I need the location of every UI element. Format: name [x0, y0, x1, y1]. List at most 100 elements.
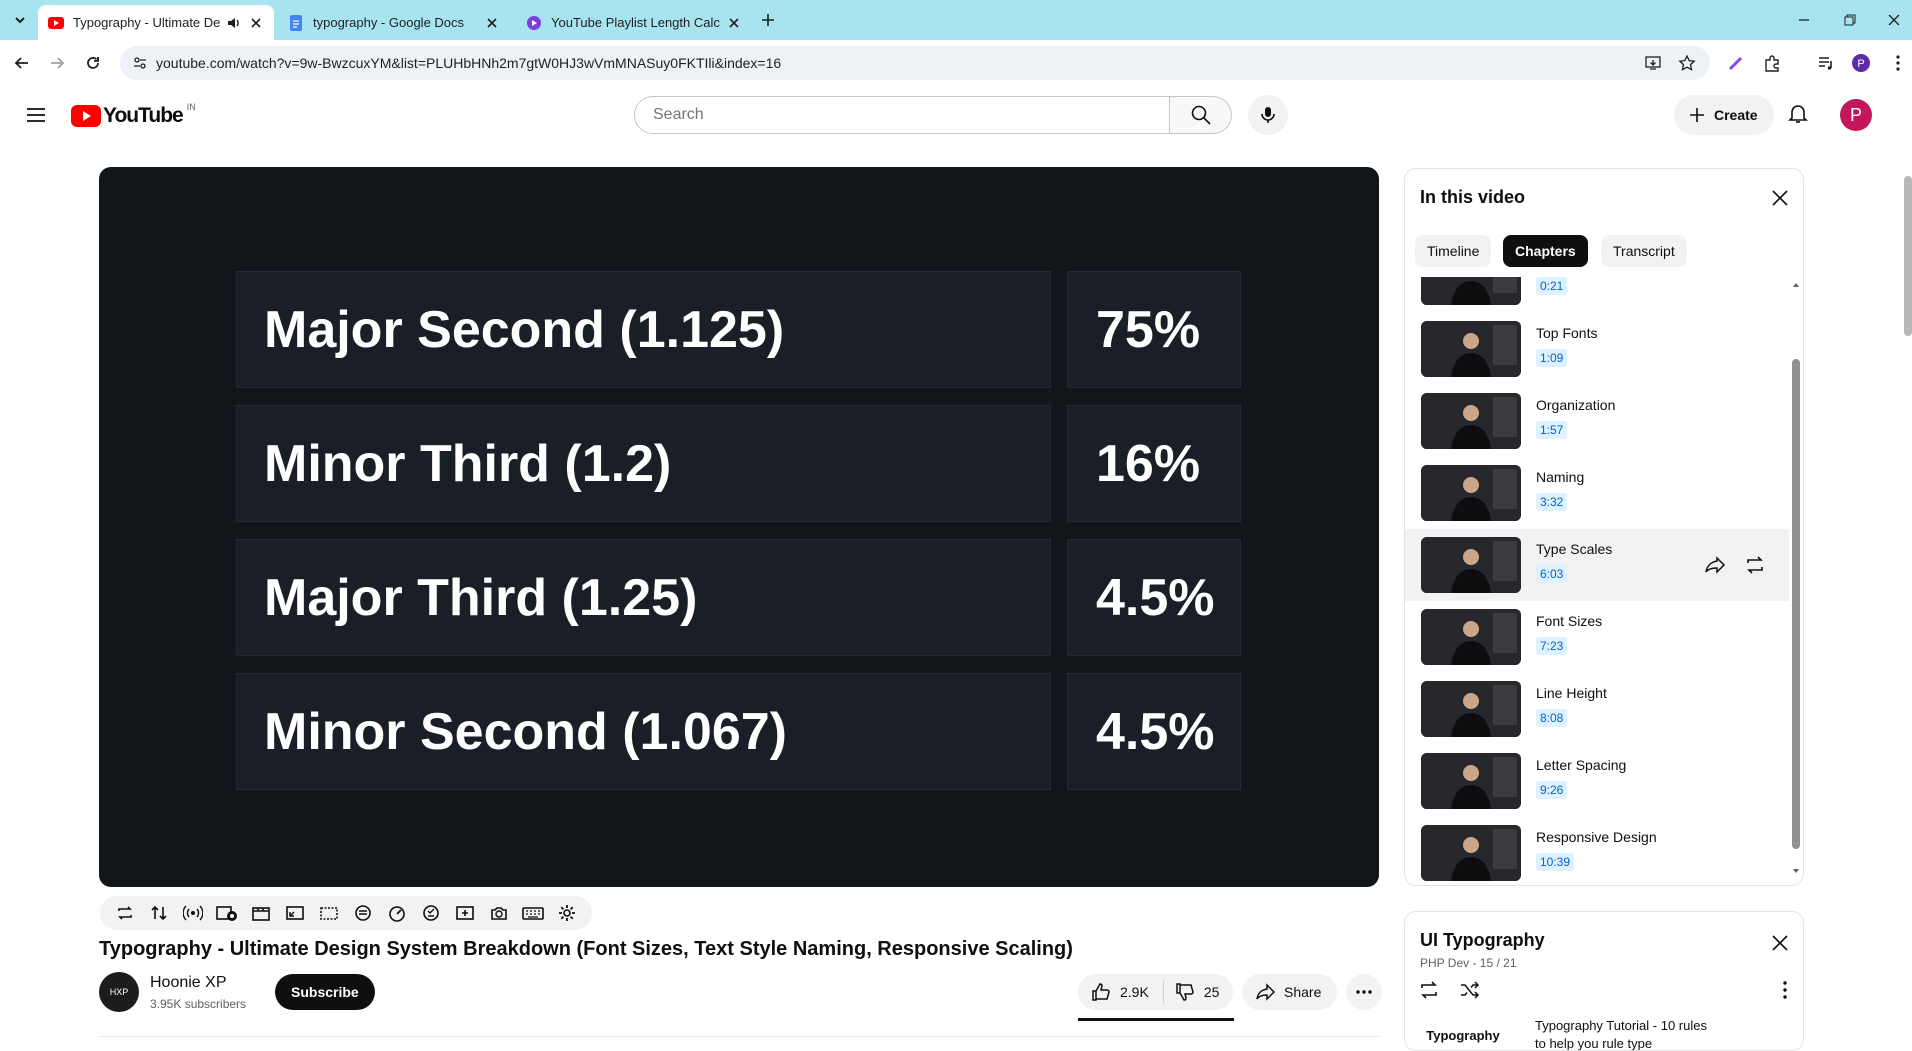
chapter-item[interactable]: Top Fonts 1:09: [1405, 313, 1789, 385]
chapter-timestamp[interactable]: 1:09: [1536, 349, 1568, 367]
video-player[interactable]: Major Second (1.125) 75% Minor Third (1.…: [99, 167, 1379, 887]
audio-playing-icon[interactable]: [226, 15, 242, 31]
type-scale-percent: 16%: [1067, 405, 1241, 522]
page-scrollbar[interactable]: [1904, 176, 1912, 336]
tab-chapters[interactable]: Chapters: [1503, 235, 1588, 267]
search-input[interactable]: [651, 105, 1135, 125]
media-controls-icon[interactable]: [1816, 53, 1836, 73]
reload-icon[interactable]: [83, 53, 103, 73]
loop-icon[interactable]: [111, 899, 139, 927]
tab-timeline[interactable]: Timeline: [1415, 235, 1492, 267]
chapter-timestamp[interactable]: 10:39: [1536, 853, 1575, 871]
playlist-more-icon[interactable]: [1775, 978, 1795, 1002]
youtube-header: YouTube IN Create P: [0, 86, 1912, 144]
playlist-title[interactable]: UI Typography: [1420, 930, 1545, 951]
speed-adjust-icon[interactable]: [417, 899, 445, 927]
chapter-item[interactable]: Responsive Design 10:39: [1405, 817, 1789, 885]
voice-search-button[interactable]: [1248, 95, 1288, 135]
chapter-timestamp[interactable]: 8:08: [1536, 709, 1568, 727]
profile-avatar-icon[interactable]: P: [1851, 53, 1871, 73]
tab-close-icon[interactable]: [248, 15, 264, 31]
channel-name[interactable]: Hoonie XP: [150, 974, 227, 992]
window-restore-icon[interactable]: [1840, 10, 1860, 30]
broadcast-icon[interactable]: [179, 899, 207, 927]
chapter-item[interactable]: Organization 1:57: [1405, 385, 1789, 457]
browser-menu-icon[interactable]: [1888, 53, 1908, 73]
chapter-timestamp[interactable]: 9:26: [1536, 781, 1568, 799]
pen-extension-icon[interactable]: [1726, 53, 1746, 73]
sort-icon[interactable]: [145, 899, 173, 927]
presenter-thumbnail-art: [1421, 277, 1521, 305]
chapter-list-scrollbar[interactable]: [1789, 279, 1803, 879]
youtube-logo[interactable]: YouTube IN: [71, 102, 196, 128]
chapter-item-current[interactable]: Type Scales 6:03: [1405, 529, 1789, 601]
theater-mode-icon[interactable]: [315, 899, 343, 927]
loop-playlist-icon[interactable]: [1417, 978, 1441, 1002]
chapter-item[interactable]: Letter Spacing 9:26: [1405, 745, 1789, 817]
forward-arrow-icon[interactable]: [47, 53, 67, 73]
more-actions-button[interactable]: [1346, 974, 1382, 1010]
notifications-bell-icon[interactable]: [1786, 101, 1810, 125]
window-minimize-icon[interactable]: [1794, 10, 1814, 30]
close-panel-icon[interactable]: [1769, 187, 1791, 209]
chapter-timestamp[interactable]: 3:32: [1536, 493, 1568, 511]
tab-close-icon[interactable]: [726, 15, 742, 31]
chapter-item[interactable]: Naming 3:32: [1405, 457, 1789, 529]
like-ratio-bar: [1078, 1018, 1234, 1021]
url-text: youtube.com/watch?v=9w-BwzcuxYM&list=PLU…: [156, 55, 782, 71]
playback-speed-icon[interactable]: [383, 899, 411, 927]
camera-snapshot-icon[interactable]: [485, 899, 513, 927]
youtube-favicon-icon: [48, 16, 64, 29]
add-enhance-icon[interactable]: [451, 899, 479, 927]
playlist-item[interactable]: Typography Typography Tutorial - 10 rule…: [1405, 1018, 1789, 1050]
tab-transcript[interactable]: Transcript: [1601, 235, 1687, 267]
screenshot-filter-icon[interactable]: [349, 899, 377, 927]
chapter-thumbnail: [1421, 465, 1521, 521]
keyboard-icon[interactable]: [519, 899, 547, 927]
presenter-thumbnail-art: [1421, 393, 1521, 449]
cinema-mode-icon[interactable]: [247, 899, 275, 927]
share-button[interactable]: Share: [1242, 974, 1338, 1010]
chapter-thumbnail: [1421, 393, 1521, 449]
extensions-puzzle-icon[interactable]: [1762, 53, 1782, 73]
shuffle-icon[interactable]: [1457, 978, 1481, 1002]
dislike-button[interactable]: 25: [1164, 981, 1234, 1003]
browser-tab-playlist-calculator[interactable]: YouTube Playlist Length Calcula: [516, 5, 752, 40]
browser-tab-google-docs[interactable]: typography - Google Docs: [278, 5, 510, 40]
channel-avatar[interactable]: HXP: [99, 972, 139, 1012]
close-playlist-icon[interactable]: [1769, 932, 1791, 954]
subscribe-button[interactable]: Subscribe: [275, 974, 375, 1010]
chapter-timestamp[interactable]: 6:03: [1536, 565, 1568, 583]
playlist-meta[interactable]: PHP Dev - 15 / 21: [1420, 956, 1517, 970]
chapter-item[interactable]: Line Height 8:08: [1405, 673, 1789, 745]
video-title: Typography - Ultimate Design System Brea…: [99, 938, 1073, 960]
bookmark-star-icon[interactable]: [1678, 54, 1696, 72]
site-info-icon[interactable]: [132, 55, 148, 71]
back-arrow-icon[interactable]: [12, 53, 32, 73]
search-button[interactable]: [1170, 96, 1232, 134]
chapter-timestamp[interactable]: 1:57: [1536, 421, 1568, 439]
new-tab-plus-icon[interactable]: [758, 10, 778, 30]
create-button[interactable]: Create: [1674, 95, 1774, 135]
like-button[interactable]: 2.9K: [1078, 980, 1164, 1004]
share-chapter-icon[interactable]: [1703, 553, 1727, 577]
picture-in-picture-icon[interactable]: [281, 899, 309, 927]
chapter-timestamp[interactable]: 0:21: [1536, 277, 1568, 295]
chapter-timestamp[interactable]: 7:23: [1536, 637, 1568, 655]
account-avatar[interactable]: P: [1840, 99, 1872, 131]
chapter-title: Font Sizes: [1536, 613, 1603, 629]
search-box[interactable]: [634, 96, 1170, 134]
address-bar[interactable]: youtube.com/watch?v=9w-BwzcuxYM&list=PLU…: [120, 46, 1710, 80]
window-close-icon[interactable]: [1884, 10, 1904, 30]
loop-chapter-icon[interactable]: [1743, 553, 1767, 577]
install-app-icon[interactable]: [1644, 54, 1662, 72]
browser-tab-youtube[interactable]: Typography - Ultimate Desi: [38, 5, 274, 40]
settings-gear-icon[interactable]: [553, 899, 581, 927]
hamburger-menu-icon[interactable]: [24, 103, 48, 127]
chapter-item[interactable]: Font Sizes 7:23: [1405, 601, 1789, 673]
watch-later-icon[interactable]: [213, 899, 241, 927]
tab-search-dropdown-icon[interactable]: [10, 10, 30, 30]
tab-close-icon[interactable]: [484, 15, 500, 31]
chapter-item[interactable]: 0:21: [1405, 277, 1789, 313]
chapter-thumbnail: [1421, 753, 1521, 809]
